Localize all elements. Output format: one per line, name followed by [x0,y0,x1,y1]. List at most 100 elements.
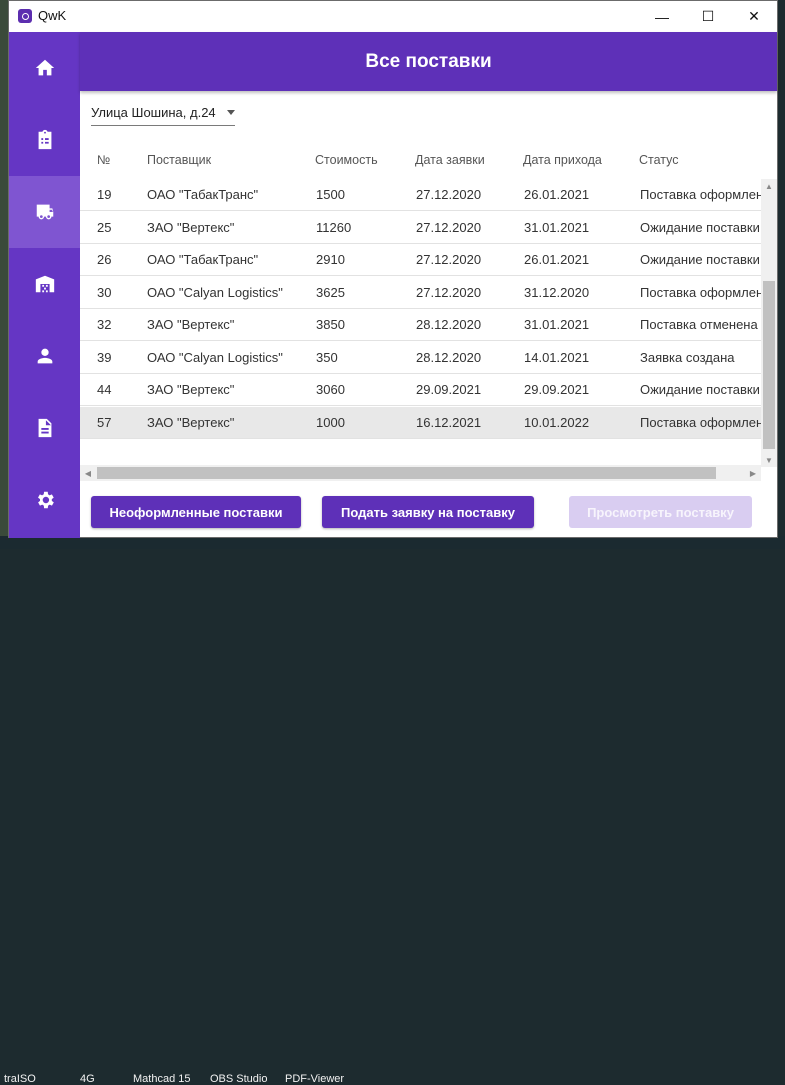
cell-request-date: 28.12.2020 [416,317,482,332]
horizontal-scrollbar[interactable]: ◀ ▶ [80,465,761,481]
cell-number: 26 [97,252,112,267]
cell-status: Ожидание поставки [640,382,760,397]
table-row[interactable]: 25 ЗАО "Вертекс" 11260 27.12.2020 31.01.2021… [80,211,761,244]
cell-request-date: 27.12.2020 [416,187,482,202]
column-header-status[interactable]: Статус [639,153,679,167]
document-icon [38,418,51,438]
cell-number: 44 [97,382,112,397]
cell-supplier: ОАО "Calyan Logistics" [147,349,283,365]
cell-request-date: 29.09.2021 [416,382,482,397]
scroll-up-icon[interactable]: ▲ [761,179,777,193]
table-header: № Поставщик Стоимость Дата заявки Дата п… [80,141,777,179]
cell-supplier: ЗАО "Вертекс" [147,219,235,235]
unregistered-deliveries-button[interactable]: Неоформленные поставки [91,496,301,528]
sidebar-item-settings[interactable] [9,464,80,536]
view-delivery-button[interactable]: Просмотреть поставку [569,496,752,528]
taskbar-item[interactable]: traISO [4,1073,36,1085]
column-header-supplier[interactable]: Поставщик [147,153,211,167]
table-row[interactable]: 30 ОАО "Calyan Logistics" 3625 27.12.2020 31… [80,276,761,309]
title-bar[interactable]: QwK — ☐ ✕ [9,1,777,32]
page-header: Все поставки [80,32,777,91]
scroll-left-icon[interactable]: ◀ [80,465,96,481]
cell-supplier: ЗАО "Вертекс" [147,317,235,332]
sidebar [9,32,80,538]
sidebar-item-users[interactable] [9,320,80,392]
cell-supplier: ЗАО "Вертекс" [147,382,235,397]
taskbar-item[interactable]: Mathcad 15 [133,1073,190,1085]
cell-status: Ожидание поставки [640,219,760,235]
cell-arrival-date: 26.01.2021 [524,252,590,267]
cell-cost: 3850 [316,317,345,332]
vertical-scrollbar[interactable]: ▲ ▼ [761,179,777,467]
cell-request-date: 27.12.2020 [416,252,482,267]
sidebar-item-requests[interactable] [9,104,80,176]
desktop-edge [0,0,8,549]
cell-cost: 3625 [316,284,345,300]
cell-arrival-date: 10.01.2022 [524,414,590,430]
cell-cost: 2910 [316,252,345,267]
cell-number: 25 [97,219,112,235]
truck-icon [36,204,53,220]
cell-supplier: ЗАО "Вертекс" [147,414,235,430]
table-row[interactable]: 19 ОАО "ТабакТранс" 1500 27.12.2020 26.01.20… [80,179,761,211]
cell-number: 30 [97,284,112,300]
table-row[interactable]: 57 ЗАО "Вертекс" 1000 16.12.2021 10.01.2022 П… [80,406,761,439]
sidebar-item-home[interactable] [9,32,80,104]
horizontal-scroll-thumb[interactable] [97,467,716,479]
taskbar-item[interactable]: OBS Studio [210,1073,267,1085]
sidebar-item-warehouse[interactable] [9,248,80,320]
cell-cost: 350 [316,349,338,365]
cell-arrival-date: 14.01.2021 [524,349,590,365]
cell-number: 39 [97,349,112,365]
cell-supplier: ОАО "ТабакТранс" [147,252,259,267]
vertical-scroll-thumb[interactable] [763,281,775,449]
cell-arrival-date: 29.09.2021 [524,382,590,397]
minimize-button[interactable]: — [639,1,685,32]
clipboard-icon [38,129,51,150]
cell-status: Поставка отменена [640,317,758,332]
branch-select-value: Улица Шошина, д.24 [91,105,216,120]
cell-arrival-date: 31.01.2021 [524,219,590,235]
taskbar-item[interactable]: 4G [80,1073,95,1085]
sidebar-item-documents[interactable] [9,392,80,464]
column-header-number[interactable]: № [97,153,110,167]
cell-cost: 1500 [316,187,345,202]
chevron-down-icon [227,110,235,115]
column-header-request-date[interactable]: Дата заявки [415,153,485,167]
table-body: 19 ОАО "ТабакТранс" 1500 27.12.2020 26.01.20… [80,179,761,440]
sidebar-item-deliveries[interactable] [9,176,80,248]
app-window: QwK — ☐ ✕ Все поставки Улица Шошина, д.2 [8,0,778,538]
app-logo-icon [18,9,32,23]
home-icon [35,59,54,76]
column-header-cost[interactable]: Стоимость [315,153,378,167]
table-row[interactable]: 32 ЗАО "Вертекс" 3850 28.12.2020 31.01.2021 П… [80,309,761,341]
cell-arrival-date: 26.01.2021 [524,187,590,202]
cell-request-date: 27.12.2020 [416,219,482,235]
scroll-down-icon[interactable]: ▼ [761,453,777,467]
scroll-right-icon[interactable]: ▶ [745,465,761,481]
submit-request-button[interactable]: Подать заявку на поставку [322,496,534,528]
cell-number: 57 [97,414,112,430]
maximize-button[interactable]: ☐ [685,1,731,32]
cell-supplier: ОАО "Calyan Logistics" [147,284,283,300]
close-button[interactable]: ✕ [731,1,777,32]
cell-status: Поставка оформлена [640,284,761,300]
column-header-arrival-date[interactable]: Дата прихода [523,153,602,167]
cell-cost: 3060 [316,382,345,397]
cell-arrival-date: 31.01.2021 [524,317,590,332]
cell-number: 32 [97,317,112,332]
cell-status: Ожидание поставки [640,252,760,267]
cell-request-date: 27.12.2020 [416,284,482,300]
cell-status: Поставка оформлена [640,414,761,430]
cell-number: 19 [97,187,112,202]
branch-select[interactable]: Улица Шошина, д.24 [91,101,235,126]
table-row[interactable]: 44 ЗАО "Вертекс" 3060 29.09.2021 29.09.2021 О… [80,374,761,406]
gear-icon [37,491,54,509]
table-row[interactable]: 39 ОАО "Calyan Logistics" 350 28.12.2020 14.… [80,341,761,374]
taskbar-item[interactable]: PDF-Viewer [285,1073,344,1085]
table-row[interactable]: 26 ОАО "ТабакТранс" 2910 27.12.2020 26.01.20… [80,244,761,276]
page-title: Все поставки [365,50,492,72]
deliveries-table: № Поставщик Стоимость Дата заявки Дата п… [80,141,777,481]
cell-status: Поставка оформлена [640,187,761,202]
cell-request-date: 16.12.2021 [416,414,482,430]
